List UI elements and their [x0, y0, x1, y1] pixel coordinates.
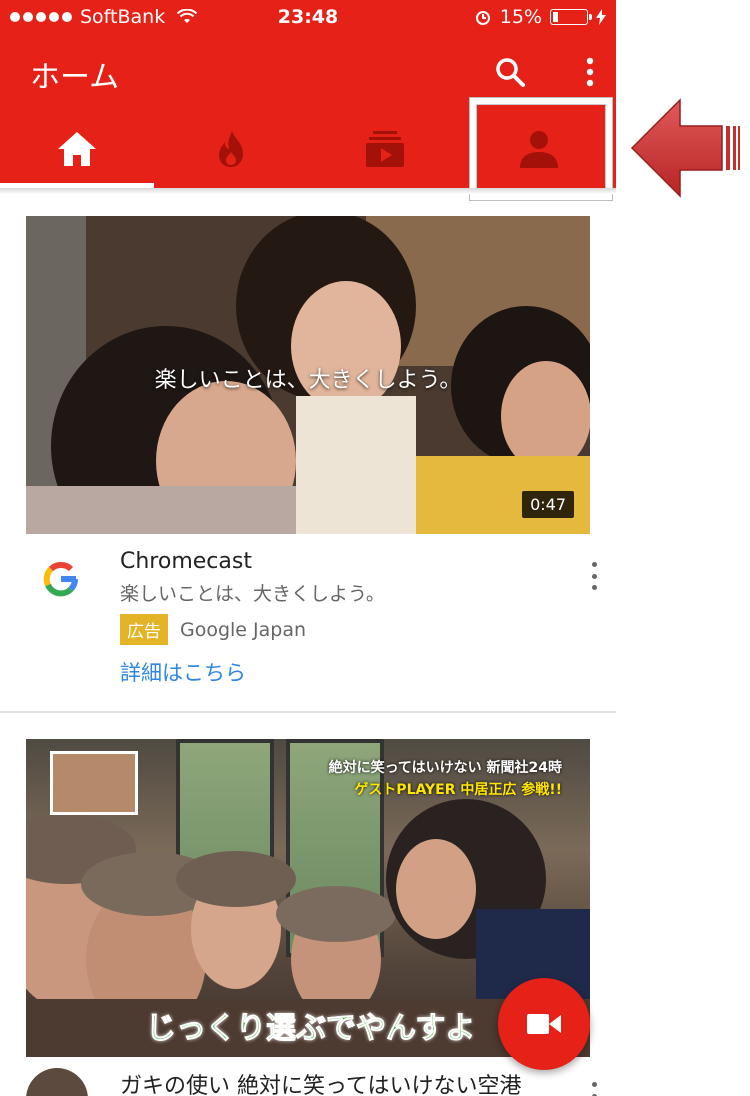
thumbnail-text-sub: ゲストPLAYER 中居正広 参戦!!: [354, 782, 562, 798]
flame-icon: [219, 131, 243, 167]
wipe-inset: [50, 751, 138, 815]
video-thumbnail[interactable]: 楽しいことは、大きくしよう。 0:47: [26, 216, 590, 534]
duration-badge: 0:47: [522, 491, 574, 518]
status-bar: SoftBank 23:48 15%: [0, 0, 616, 34]
pointer-arrow: [630, 98, 740, 198]
subscriptions-icon: [366, 131, 404, 167]
ad-info-row: 広告 Google Japan: [120, 614, 306, 645]
status-right: 15%: [474, 6, 606, 28]
video-menu-icon-2[interactable]: [586, 1082, 602, 1096]
battery-percent: 15%: [499, 6, 542, 28]
more-vert-icon[interactable]: [570, 52, 610, 92]
channel-avatar[interactable]: [26, 1068, 88, 1096]
charging-icon: [596, 9, 606, 25]
tab-home[interactable]: [0, 110, 154, 188]
alarm-icon: [475, 11, 490, 25]
upload-button[interactable]: [498, 978, 590, 1070]
channel-name: Google Japan: [180, 618, 307, 641]
battery-icon: [550, 9, 592, 25]
tab-subscriptions[interactable]: [308, 110, 462, 188]
page-title: ホーム: [30, 60, 120, 95]
video-menu-icon[interactable]: [586, 562, 602, 590]
video-camera-icon: [527, 1014, 561, 1034]
search-icon[interactable]: [490, 52, 530, 92]
video-title[interactable]: Chromecast: [120, 549, 252, 574]
tab-trending[interactable]: [154, 110, 308, 188]
video-subtitle: 楽しいことは、大きくしよう。: [120, 583, 385, 605]
learn-more-link[interactable]: 詳細はこちら: [120, 657, 246, 687]
ad-badge: 広告: [120, 614, 168, 645]
home-icon: [58, 132, 96, 166]
account-tab-highlight: [470, 98, 612, 200]
tab-bar-shadow: [0, 188, 616, 194]
video-title-2[interactable]: ガキの使い 絶対に笑ってはいけない空港: [120, 1068, 521, 1096]
thumbnail-text-top: 絶対に笑ってはいけない 新聞社24時: [328, 760, 562, 776]
phone-screen: SoftBank 23:48 15% ホーム 楽しいことは、大きくしよう。 0:…: [0, 0, 616, 1096]
google-logo[interactable]: [38, 556, 84, 602]
card-divider: [0, 711, 616, 713]
thumbnail-text-bottom: じっくり選ぶでやんすよ: [145, 1011, 476, 1047]
thumbnail-caption: 楽しいことは、大きくしよう。: [154, 368, 462, 393]
